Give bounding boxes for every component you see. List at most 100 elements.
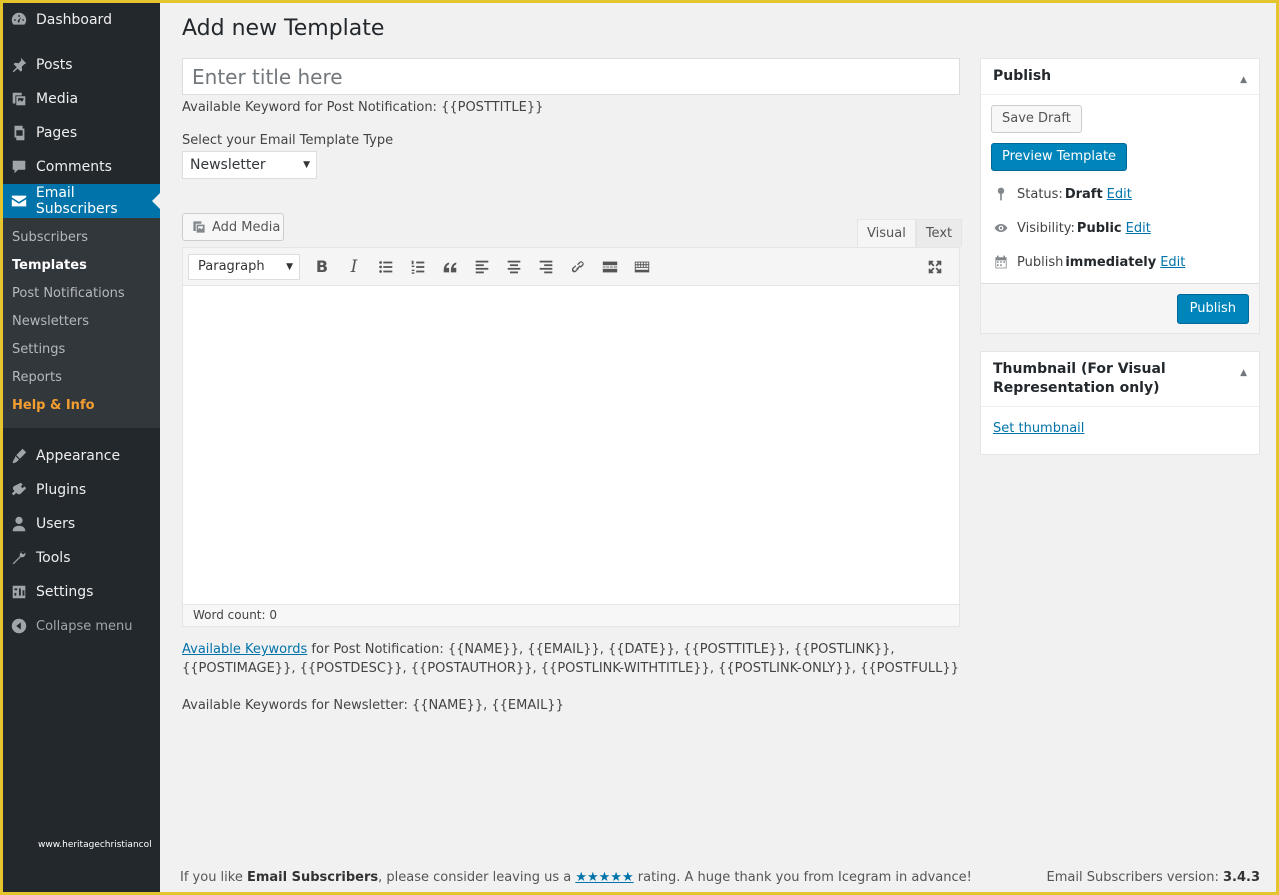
eye-icon	[994, 224, 1008, 232]
sidebar-item-label: Pages	[36, 125, 78, 141]
tab-visual[interactable]: Visual	[857, 219, 916, 247]
sidebar-item-settings[interactable]: Settings	[3, 575, 160, 609]
media-icon	[9, 89, 29, 109]
add-media-button[interactable]: Add Media	[182, 213, 284, 241]
collapse-arrow-icon[interactable]: ▲	[1240, 71, 1247, 90]
bullet-list-icon[interactable]	[372, 253, 400, 281]
thumbnail-box-header[interactable]: Thumbnail (For Visual Representation onl…	[981, 352, 1259, 407]
content-editor: Paragraph ▼ B I Word count: 0	[182, 247, 960, 627]
version-label: Email Subscribers version:	[1046, 870, 1223, 885]
bold-icon[interactable]: B	[308, 253, 336, 281]
submenu-help-info[interactable]: Help & Info	[3, 392, 160, 420]
blockquote-icon[interactable]	[436, 253, 464, 281]
publish-box: Publish ▲ Save Draft Preview Template St…	[980, 58, 1260, 334]
sidebar-item-email-subscribers[interactable]: Email Subscribers	[3, 184, 160, 218]
align-center-icon[interactable]	[500, 253, 528, 281]
admin-sidebar: Dashboard Posts Media Pages Comments Ema…	[3, 3, 160, 892]
sidebar-item-tools[interactable]: Tools	[3, 541, 160, 575]
publish-button[interactable]: Publish	[1176, 294, 1249, 324]
align-left-icon[interactable]	[468, 253, 496, 281]
add-media-label: Add Media	[212, 219, 281, 235]
submenu-reports[interactable]: Reports	[3, 364, 160, 392]
collapse-menu-button[interactable]: Collapse menu	[3, 609, 160, 643]
post-title-keyword-hint: Available Keyword for Post Notification:…	[182, 100, 544, 115]
link-icon[interactable]	[564, 253, 592, 281]
submenu-subscribers[interactable]: Subscribers	[3, 224, 160, 252]
settings-icon	[9, 582, 29, 602]
edit-status-link[interactable]: Edit	[1107, 187, 1132, 202]
sidebar-item-comments[interactable]: Comments	[3, 150, 160, 184]
paragraph-format-value: Paragraph	[198, 259, 265, 274]
available-keywords-post: Available Keywords for Post Notification…	[182, 640, 972, 678]
rating-stars-link[interactable]: ★★★★★	[575, 870, 633, 885]
version-number: 3.4.3	[1222, 870, 1260, 885]
footer-brand: Email Subscribers	[246, 870, 379, 885]
edit-publish-date-link[interactable]: Edit	[1160, 255, 1185, 270]
sidebar-item-label: Media	[36, 91, 79, 107]
plugin-icon	[9, 480, 29, 500]
sidebar-item-label: Tools	[36, 550, 71, 566]
editor-content-area[interactable]	[183, 286, 959, 604]
users-icon	[9, 514, 29, 534]
submenu-newsletters[interactable]: Newsletters	[3, 308, 160, 336]
sidebar-item-label: Settings	[36, 584, 94, 600]
sidebar-item-label: Plugins	[36, 482, 87, 498]
collapse-icon	[9, 616, 29, 636]
add-media-icon	[193, 221, 205, 233]
template-type-select[interactable]: Newsletter ▼	[182, 151, 317, 179]
visibility-row: Visibility: Public Edit	[981, 211, 1259, 245]
paragraph-format-select[interactable]: Paragraph ▼	[188, 253, 300, 280]
visibility-value: Public	[1076, 220, 1122, 236]
save-draft-button[interactable]: Save Draft	[991, 105, 1082, 133]
sidebar-item-media[interactable]: Media	[3, 82, 160, 116]
fullscreen-icon[interactable]	[921, 253, 949, 281]
email-icon	[9, 191, 29, 211]
sidebar-item-posts[interactable]: Posts	[3, 48, 160, 82]
sidebar-item-label: Comments	[36, 159, 112, 175]
footer-thanks: If you like Email Subscribers, please co…	[180, 870, 972, 885]
status-row: Status: Draft Edit	[981, 177, 1259, 211]
sidebar-item-appearance[interactable]: Appearance	[3, 439, 160, 473]
publish-box-header[interactable]: Publish ▲	[981, 59, 1259, 95]
pin-icon	[997, 187, 1005, 201]
sidebar-item-label: Appearance	[36, 448, 121, 464]
thumbnail-box-title: Thumbnail (For Visual Representation onl…	[993, 361, 1166, 396]
submenu-post-notifications[interactable]: Post Notifications	[3, 280, 160, 308]
edit-visibility-link[interactable]: Edit	[1126, 221, 1151, 236]
align-right-icon[interactable]	[532, 253, 560, 281]
template-type-value: Newsletter	[190, 157, 266, 173]
thumbnail-box: Thumbnail (For Visual Representation onl…	[980, 351, 1260, 455]
title-input[interactable]	[182, 58, 960, 95]
pin-icon	[9, 55, 29, 75]
status-label: Status:	[1017, 186, 1063, 202]
footer-version: Email Subscribers version: 3.4.3	[1047, 870, 1260, 885]
status-value: Draft	[1064, 186, 1103, 202]
word-count: Word count: 0	[183, 604, 959, 626]
italic-icon[interactable]: I	[340, 253, 368, 281]
preview-template-button[interactable]: Preview Template	[991, 143, 1128, 171]
sidebar-item-pages[interactable]: Pages	[3, 116, 160, 150]
sidebar-item-dashboard[interactable]: Dashboard	[3, 3, 160, 37]
sidebar-item-users[interactable]: Users	[3, 507, 160, 541]
page-title: Add new Template	[182, 16, 385, 41]
comments-icon	[9, 157, 29, 177]
publish-value: immediately	[1065, 254, 1157, 270]
submenu-templates[interactable]: Templates	[3, 252, 160, 280]
numbered-list-icon[interactable]	[404, 253, 432, 281]
template-type-label: Select your Email Template Type	[182, 133, 394, 148]
sidebar-item-label: Posts	[36, 57, 73, 73]
submenu-settings[interactable]: Settings	[3, 336, 160, 364]
available-keywords-link[interactable]: Available Keywords	[182, 642, 307, 657]
collapse-arrow-icon[interactable]: ▲	[1240, 364, 1247, 383]
available-keywords-newsletter: Available Keywords for Newsletter: {{NAM…	[182, 698, 564, 713]
tab-text[interactable]: Text	[915, 219, 963, 247]
set-thumbnail-link[interactable]: Set thumbnail	[993, 421, 1084, 436]
publish-date-row: Publish immediately Edit	[981, 245, 1259, 279]
dropdown-arrow-icon: ▼	[303, 160, 310, 170]
sidebar-item-plugins[interactable]: Plugins	[3, 473, 160, 507]
toolbar-toggle-icon[interactable]	[628, 253, 656, 281]
main-content: Add new Template Available Keyword for P…	[160, 3, 1276, 892]
publish-box-title: Publish	[993, 68, 1052, 84]
editor-toolbar: Paragraph ▼ B I	[183, 248, 959, 286]
read-more-icon[interactable]	[596, 253, 624, 281]
